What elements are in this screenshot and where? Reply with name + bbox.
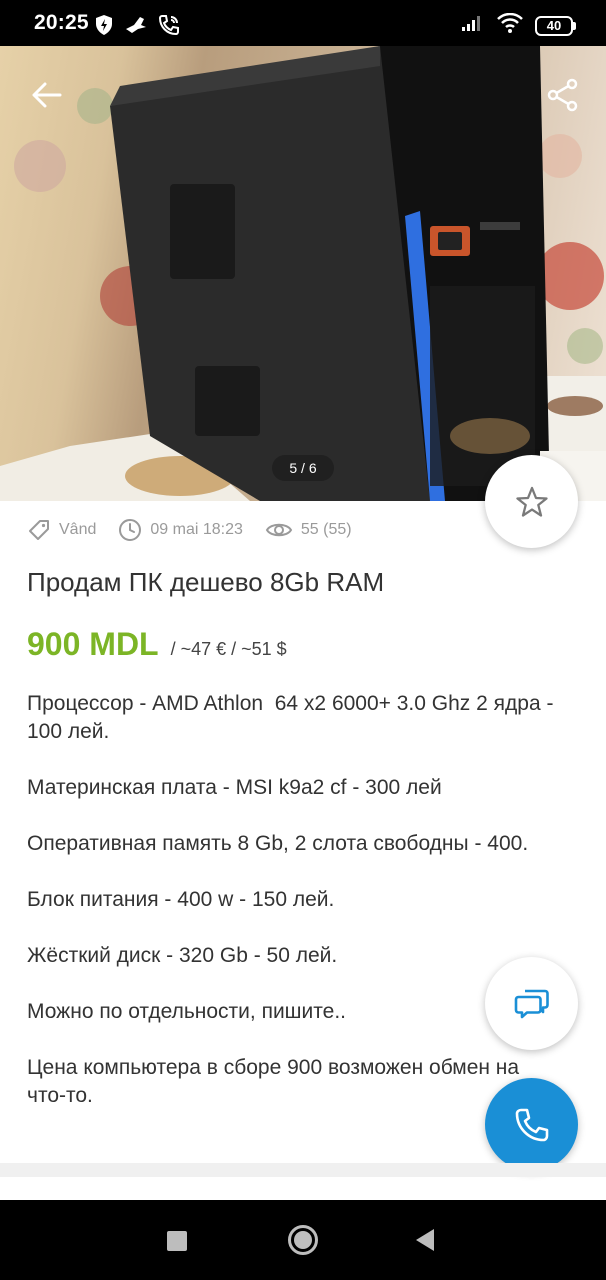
description-line: Цена компьютера в сборе 900 возможен обм…	[27, 1056, 525, 1107]
tag-icon	[29, 520, 49, 540]
battery-level: 40	[535, 15, 573, 36]
recents-button[interactable]	[167, 1231, 187, 1251]
meta-views-label: 55 (55)	[300, 521, 352, 538]
system-navigation-bar	[0, 1200, 606, 1280]
chat-icon	[514, 989, 549, 1018]
photo-gallery[interactable]: 5 / 6	[0, 46, 606, 501]
share-button[interactable]	[540, 72, 586, 118]
bird-icon	[124, 15, 148, 40]
listing-meta: Vând 09 mai 18:23 55 (55)	[27, 515, 374, 545]
meta-type: Vând	[27, 518, 96, 542]
home-icon	[294, 1231, 312, 1249]
listing-description: Процессор - AMD Athlon 64 x2 6000+ 3.0 G…	[27, 690, 557, 1138]
meta-type-label: Vând	[59, 521, 97, 538]
price-converted: / ~47 € / ~51 $	[170, 639, 287, 659]
section-divider	[0, 1163, 606, 1177]
chat-button[interactable]	[485, 957, 578, 1050]
clock-icon	[119, 519, 142, 541]
meta-date-label: 09 mai 18:23	[150, 521, 243, 538]
description-line: Материнская плата - MSI k9a2 cf - 300 ле…	[27, 776, 442, 799]
price-row: 900 MDL / ~47 € / ~51 $	[27, 626, 287, 663]
shield-icon	[94, 14, 114, 41]
description-line: Жёсткий диск - 320 Gb - 50 лей.	[27, 944, 338, 967]
call-button[interactable]	[485, 1078, 578, 1171]
meta-date: 09 mai 18:23	[118, 518, 243, 542]
eye-icon	[265, 523, 293, 537]
description-line: Блок питания - 400 w - 150 лей.	[27, 888, 335, 911]
meta-views: 55 (55)	[265, 520, 352, 540]
favorite-button[interactable]	[485, 455, 578, 548]
arrow-left-icon	[32, 82, 62, 108]
price: 900 MDL	[27, 626, 159, 662]
status-time: 20:25	[34, 11, 89, 34]
listing-photo	[0, 46, 606, 501]
share-icon	[547, 78, 578, 112]
system-back-button[interactable]	[416, 1229, 434, 1251]
listing-title: Продам ПК дешево 8Gb RAM	[27, 567, 385, 597]
battery-icon: 40	[535, 15, 576, 36]
phone-icon	[515, 1108, 548, 1141]
status-bar: 20:25 40	[0, 0, 606, 46]
wifi-icon	[497, 12, 523, 38]
description-line: Оперативная память 8 Gb, 2 слота свободн…	[27, 832, 529, 855]
star-icon	[515, 486, 548, 517]
description-line: Процессор - AMD Athlon 64 x2 6000+ 3.0 G…	[27, 692, 560, 743]
description-line: Можно по отдельности, пишите..	[27, 1000, 346, 1023]
home-button[interactable]	[288, 1225, 318, 1255]
back-button[interactable]	[24, 72, 70, 118]
call-wifi-icon	[158, 14, 180, 41]
image-counter: 5 / 6	[272, 455, 334, 481]
signal-icon	[461, 14, 485, 37]
